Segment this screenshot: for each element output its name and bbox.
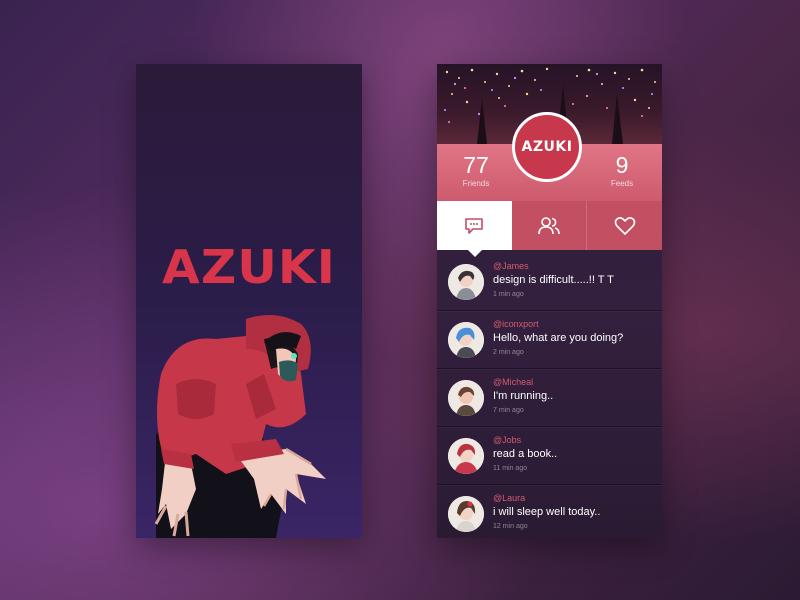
laura-avatar[interactable]: [448, 496, 484, 532]
feed-time: 12 min ago: [493, 523, 528, 530]
feeds-label: Feeds: [610, 179, 634, 188]
feeds-stat[interactable]: 9 Feeds: [592, 152, 652, 190]
heart-icon: [614, 216, 635, 235]
feed-time: 1 min ago: [493, 291, 524, 298]
tab-friends[interactable]: [512, 201, 587, 250]
feed-list: @James design is difficult.....!! T T 1 …: [437, 253, 662, 538]
friends-label: Friends: [462, 179, 490, 188]
hooded-character-illustration: [154, 315, 326, 538]
feed-handle[interactable]: @iconxport: [493, 319, 539, 329]
friends-stat[interactable]: 77 Friends: [446, 152, 506, 190]
feed-message: design is difficult.....!! T T: [493, 274, 614, 286]
friends-count: 77: [463, 152, 489, 178]
azuki-logo: AZUKI: [162, 240, 336, 294]
feed-message: i will sleep well today..: [493, 506, 601, 518]
feed-time: 11 min ago: [493, 465, 528, 472]
profile-avatar[interactable]: AZUKI: [512, 112, 582, 182]
iconxport-avatar[interactable]: [448, 322, 484, 358]
feed-item[interactable]: @Laura i will sleep well today.. 12 min …: [437, 485, 662, 538]
feed-handle[interactable]: @James: [493, 261, 529, 271]
splash-screen: AZUKI: [136, 64, 362, 538]
profile-screen: 77 Friends 9 Feeds AZUKI @James design i…: [437, 64, 662, 538]
chat-bubble-icon: [465, 217, 483, 234]
feed-time: 2 min ago: [493, 349, 524, 356]
feed-item[interactable]: @iconxport Hello, what are you doing? 2 …: [437, 311, 662, 369]
profile-avatar-text: AZUKI: [521, 139, 573, 155]
feed-message: I'm running..: [493, 390, 554, 402]
feed-item[interactable]: @Jobs read a book.. 11 min ago: [437, 427, 662, 485]
feed-handle[interactable]: @Jobs: [493, 435, 521, 445]
profile-tabs: [437, 201, 662, 257]
feed-message: read a book..: [493, 448, 558, 460]
james-avatar[interactable]: [448, 264, 484, 300]
feed-handle[interactable]: @Micheal: [493, 377, 533, 387]
feed-item[interactable]: @Micheal I'm running.. 7 min ago: [437, 369, 662, 427]
micheal-avatar[interactable]: [448, 380, 484, 416]
feed-time: 7 min ago: [493, 407, 524, 414]
jobs-avatar[interactable]: [448, 438, 484, 474]
feed-handle[interactable]: @Laura: [493, 493, 525, 503]
feeds-count: 9: [615, 152, 629, 178]
feed-message: Hello, what are you doing?: [493, 332, 624, 344]
tab-messages[interactable]: [437, 201, 512, 257]
friends-icon: [538, 216, 560, 234]
tab-likes[interactable]: [587, 201, 662, 250]
feed-item[interactable]: @James design is difficult.....!! T T 1 …: [437, 253, 662, 311]
